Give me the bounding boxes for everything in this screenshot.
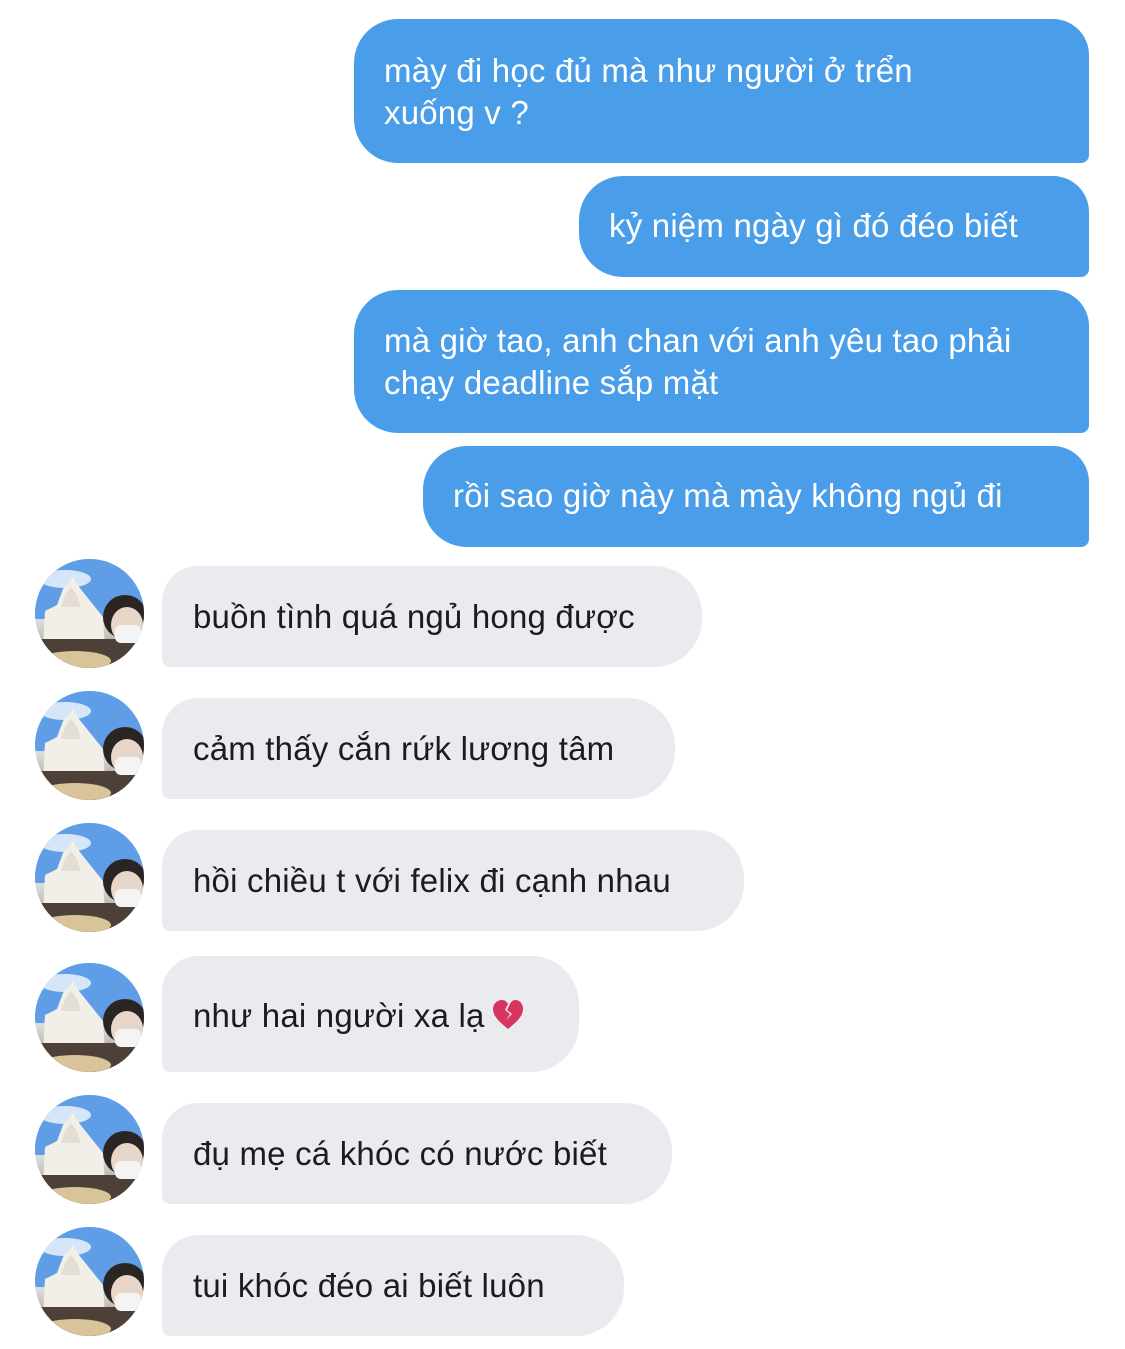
contact-avatar[interactable] <box>35 1227 144 1336</box>
message-text-line: cảm thấy cắn rứk lương tâm <box>193 730 615 767</box>
contact-avatar[interactable] <box>35 691 144 800</box>
message-text-line: chạy deadline sắp mặt <box>384 364 719 401</box>
message-text-line: mà giờ tao, anh chan với anh yêu tao phả… <box>384 322 1012 359</box>
message-text-line: rồi sao giờ này mà mày không ngủ đi <box>453 477 1003 514</box>
contact-avatar[interactable] <box>35 963 144 1072</box>
received-message-bubble[interactable]: tui khóc đéo ai biết luôn <box>162 1235 624 1336</box>
contact-avatar[interactable] <box>35 823 144 932</box>
sent-message-bubble[interactable]: rồi sao giờ này mà mày không ngủ đi <box>423 446 1089 547</box>
received-message-bubble[interactable]: hồi chiều t với felix đi cạnh nhau <box>162 830 744 931</box>
received-message-bubble[interactable]: đụ mẹ cá khóc có nước biết <box>162 1103 672 1204</box>
received-message-bubble[interactable]: buồn tình quá ngủ hong được <box>162 566 702 667</box>
received-message-bubble[interactable]: như hai người xa lạ <box>162 956 579 1072</box>
message-text-line: hồi chiều t với felix đi cạnh nhau <box>193 862 671 899</box>
sent-message-bubble[interactable]: mà giờ tao, anh chan với anh yêu tao phả… <box>354 290 1089 433</box>
message-text-line: tui khóc đéo ai biết luôn <box>193 1267 545 1304</box>
sent-message-bubble[interactable]: mày đi học đủ mà như người ở trển xuống … <box>354 19 1089 163</box>
message-text: như hai người xa lạ <box>193 997 485 1034</box>
contact-avatar[interactable] <box>35 559 144 668</box>
message-text-line: đụ mẹ cá khóc có nước biết <box>193 1135 607 1172</box>
contact-avatar[interactable] <box>35 1095 144 1204</box>
message-text-line: kỷ niệm ngày gì đó đéo biết <box>609 207 1018 244</box>
message-text-line: xuống v ? <box>384 94 529 131</box>
message-text-line: mày đi học đủ mà như người ở trển <box>384 52 913 89</box>
message-text-line: như hai người xa lạ <box>193 995 549 1041</box>
received-message-bubble[interactable]: cảm thấy cắn rứk lương tâm <box>162 698 675 799</box>
sent-message-bubble[interactable]: kỷ niệm ngày gì đó đéo biết <box>579 176 1089 277</box>
message-text-line: buồn tình quá ngủ hong được <box>193 598 635 635</box>
broken-heart-icon <box>491 999 525 1041</box>
